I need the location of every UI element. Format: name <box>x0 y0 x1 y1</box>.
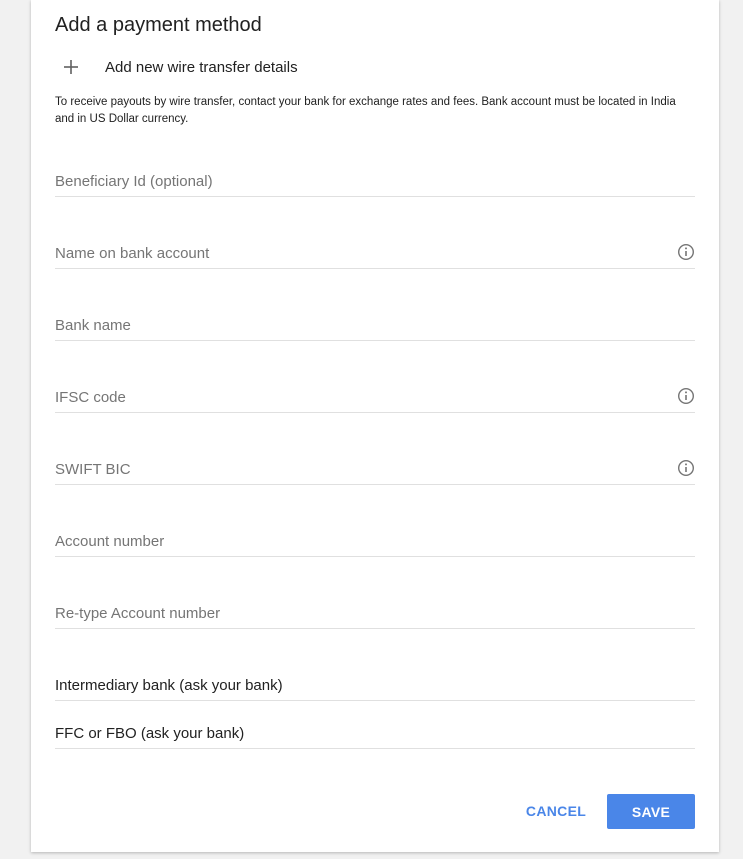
retype-account-number-input[interactable] <box>55 602 655 624</box>
beneficiary-id-field <box>55 164 695 197</box>
beneficiary-id-input[interactable] <box>55 170 655 192</box>
account-number-field <box>55 524 695 557</box>
payment-method-dialog: Add a payment method Add new wire transf… <box>31 0 719 852</box>
retype-account-number-field <box>55 596 695 629</box>
info-icon[interactable] <box>677 243 695 261</box>
account-number-input[interactable] <box>55 530 655 552</box>
intermediary-bank-input[interactable] <box>55 674 655 696</box>
swift-bic-input[interactable] <box>55 458 655 480</box>
cancel-button[interactable]: CANCEL <box>516 794 596 828</box>
ifsc-code-input[interactable] <box>55 386 655 408</box>
plus-icon[interactable] <box>57 53 85 81</box>
wire-transfer-info-text: To receive payouts by wire transfer, con… <box>55 96 676 125</box>
save-button[interactable]: SAVE <box>607 794 695 829</box>
bank-name-field <box>55 308 695 341</box>
intermediary-bank-field <box>55 668 695 701</box>
swift-bic-field <box>55 452 695 485</box>
dialog-title: Add a payment method <box>55 14 262 36</box>
name-on-account-field <box>55 236 695 269</box>
add-wire-transfer-label: Add new wire transfer details <box>105 58 298 76</box>
ifsc-code-field <box>55 380 695 413</box>
add-wire-transfer-option[interactable]: Add new wire transfer details <box>55 52 355 82</box>
ffc-fbo-input[interactable] <box>55 722 655 744</box>
bank-name-input[interactable] <box>55 314 655 336</box>
name-on-account-input[interactable] <box>55 242 655 264</box>
info-icon[interactable] <box>677 387 695 405</box>
ffc-fbo-field <box>55 716 695 749</box>
info-icon[interactable] <box>677 459 695 477</box>
